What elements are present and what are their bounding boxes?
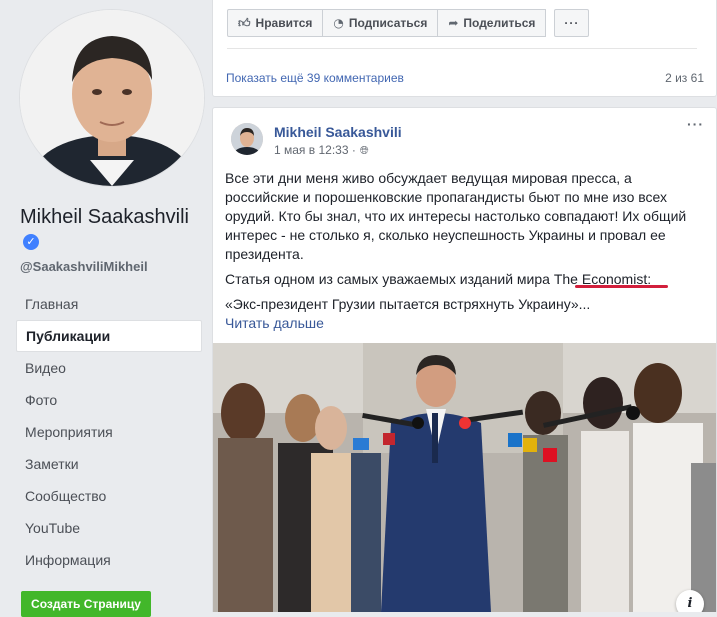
post-options-button[interactable]: ··· — [687, 116, 704, 132]
post-timestamp[interactable]: 1 мая в 12:33 · 🌐︎ — [274, 143, 369, 158]
press-photo — [213, 343, 716, 612]
profile-photo — [20, 10, 204, 186]
post-author-link[interactable]: Mikheil Saakashvili — [274, 124, 402, 140]
thumbs-up-icon: 👍︎ — [238, 16, 251, 30]
page-title: Mikheil Saakashvili ✓ — [20, 205, 200, 253]
post-author-avatar[interactable] — [231, 123, 263, 155]
nav-item-videos[interactable]: Видео — [16, 352, 202, 384]
post-text: Все эти дни меня живо обсуждает ведущая … — [225, 169, 695, 333]
rss-icon: ◔ — [333, 16, 344, 30]
red-underline-annotation — [575, 285, 668, 288]
divider — [227, 48, 697, 49]
post-photo[interactable] — [213, 343, 716, 612]
nav-item-photos[interactable]: Фото — [16, 384, 202, 416]
nav-item-about[interactable]: Информация — [16, 544, 202, 576]
create-page-button[interactable]: Создать Страницу — [21, 591, 151, 617]
more-options-button[interactable]: ··· — [554, 9, 590, 37]
read-more-link[interactable]: Читать дальше — [225, 314, 695, 333]
info-button[interactable]: i — [676, 590, 704, 612]
share-button[interactable]: ➦ Поделиться — [438, 9, 547, 37]
post-paragraph-prefix: Статья одном из самых уважаемых изданий … — [225, 271, 554, 287]
page-handle[interactable]: @SaakashviliMikheil — [20, 259, 148, 274]
show-more-comments-link[interactable]: Показать ещё 39 комментариев — [226, 71, 404, 85]
subscribe-label: Подписаться — [348, 16, 428, 30]
like-label: Нравится — [255, 16, 313, 30]
previous-post-card: 👍︎ Нравится ◔ Подписаться ➦ Поделиться ·… — [212, 0, 717, 97]
nav-item-events[interactable]: Мероприятия — [16, 416, 202, 448]
like-button[interactable]: 👍︎ Нравится — [227, 9, 324, 37]
share-label: Поделиться — [463, 16, 536, 30]
nav-item-notes[interactable]: Заметки — [16, 448, 202, 480]
page-title-text: Mikheil Saakashvili — [20, 206, 189, 228]
post-card: Mikheil Saakashvili 1 мая в 12:33 · 🌐︎ ··… — [212, 107, 717, 612]
nav-item-youtube[interactable]: YouTube — [16, 512, 202, 544]
subscribe-button[interactable]: ◔ Подписаться — [323, 9, 439, 37]
nav-item-posts[interactable]: Публикации — [16, 320, 202, 352]
verified-badge-icon: ✓ — [23, 233, 39, 250]
author-avatar-photo — [231, 123, 263, 155]
post-date-text: 1 мая в 12:33 · — [274, 143, 356, 157]
comment-count: 2 из 61 — [665, 71, 704, 85]
profile-picture[interactable] — [20, 10, 204, 186]
nav-item-home[interactable]: Главная — [16, 288, 202, 320]
page-actions: 👍︎ Нравится ◔ Подписаться ➦ Поделиться ·… — [227, 9, 590, 37]
page-nav: Главная Публикации Видео Фото Мероприяти… — [16, 288, 202, 576]
nav-item-community[interactable]: Сообщество — [16, 480, 202, 512]
globe-icon: 🌐︎ — [359, 144, 369, 157]
post-paragraph: «Экс-президент Грузии пытается встряхнут… — [225, 296, 591, 312]
post-paragraph: Все эти дни меня живо обсуждает ведущая … — [225, 170, 687, 262]
left-column: Mikheil Saakashvili ✓ @SaakashviliMikheil… — [0, 0, 213, 617]
share-arrow-icon: ➦ — [448, 16, 459, 30]
